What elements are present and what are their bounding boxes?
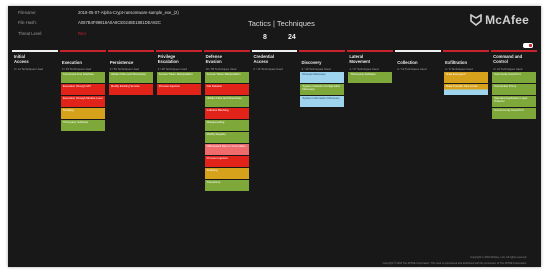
technique-cell[interactable]: Standard Application Layer Protocol xyxy=(492,96,536,107)
tactic-column: Persistence 2 / 56 Techniques Used Hidden … xyxy=(107,50,154,200)
technique-cell[interactable]: Process Injection xyxy=(204,156,249,167)
tactic-title: Defense Evasion xyxy=(205,54,222,64)
technique-cell[interactable]: Commonly Used Port xyxy=(492,72,536,83)
technique-cell[interactable]: Third-party Software xyxy=(348,72,393,83)
tactic-subtitle: 0 / 11 Techniques Used xyxy=(14,67,43,71)
technique-cell[interactable]: Execution through Module Load xyxy=(60,96,105,107)
filehash-label: File Hash: xyxy=(18,20,37,25)
tactic-column-bar xyxy=(59,50,106,52)
tactic-title: Discovery xyxy=(301,60,322,65)
technique-cell[interactable]: Access Token Manipulation xyxy=(204,72,249,83)
tactic-column-bar xyxy=(491,50,537,52)
tactic-title: Initial Access xyxy=(14,54,29,64)
technique-cell[interactable]: Data Encrypted xyxy=(444,72,489,83)
tactic-column: Execution 3 / 33 Techniques Used Command-L… xyxy=(59,50,106,200)
tactic-column-bar xyxy=(203,50,250,52)
mitre-copyright-line: Copyright © 2018 The MITRE Corporation. … xyxy=(382,262,527,265)
shield-logo-icon xyxy=(470,14,482,26)
tactic-column-bar xyxy=(347,50,394,52)
techniques-count: 24 xyxy=(288,34,296,41)
tactic-column: Initial Access 0 / 11 Techniques Used xyxy=(12,50,58,200)
tactic-column-bar xyxy=(12,50,58,52)
filehash-value: A087B4F89816A0A8CE0248E1881DEA82C xyxy=(78,20,161,25)
technique-cell[interactable]: Modify Registry xyxy=(204,132,249,143)
tactic-subtitle: 1 / 17 Techniques Used xyxy=(349,67,379,71)
tactic-column-bar xyxy=(107,50,154,52)
technique-cell[interactable]: Hidden Files and Directories xyxy=(204,96,249,107)
technique-cell[interactable]: Hidden Files and Directories xyxy=(108,72,153,83)
technique-cell[interactable]: Process Injection xyxy=(156,84,201,95)
technique-cell[interactable]: Obfuscated Files or Information xyxy=(204,144,249,155)
technique-cell[interactable]: Process Discovery xyxy=(300,72,345,83)
tactic-column: Exfiltration 2 / 9 Techniques Used Data En… xyxy=(443,50,490,200)
tactic-column: Lateral Movement 1 / 17 Techniques Used Thi… xyxy=(347,50,394,200)
logo-text: McAfee xyxy=(485,13,529,27)
tactic-column-bar xyxy=(155,50,202,52)
technique-cell[interactable]: System Network Configuration Discovery xyxy=(300,84,345,95)
technique-cell[interactable]: Uncommonly Used Port xyxy=(492,108,536,119)
tactic-column: Collection 0 / 13 Techniques Used xyxy=(395,50,442,200)
tactic-subtitle: 3 / 33 Techniques Used xyxy=(61,67,92,71)
threat-level-label: Threat Level: xyxy=(18,31,43,36)
tactic-title: Credential Access xyxy=(253,54,275,64)
attack-matrix-panel: Filename: 2018-05-07-Alpha-Crypt-ransomw… xyxy=(8,6,541,267)
technique-cell[interactable]: Data Transfer Size Limits xyxy=(444,84,489,95)
tactic-subtitle: 0 / 16 Techniques Used xyxy=(253,67,283,71)
technique-cell[interactable]: Modify Existing Service xyxy=(108,84,153,95)
tactic-column: Command and Control 4 / 21 Techniques Used… xyxy=(491,50,537,200)
technique-cell[interactable]: Indicator Blocking xyxy=(204,108,249,119)
tactic-column-bar xyxy=(251,50,298,52)
tactic-title: Lateral Movement xyxy=(349,54,371,64)
tactic-title: Execution xyxy=(61,60,82,65)
tactic-subtitle: 4 / 21 Techniques Used xyxy=(493,67,523,71)
tactic-subtitle: 2 / 56 Techniques Used xyxy=(109,67,139,71)
tactic-column: Credential Access 0 / 16 Techniques Used xyxy=(251,50,298,200)
technique-cell[interactable]: Command-Line Interface xyxy=(60,72,105,83)
technique-cell[interactable]: File Deletion xyxy=(204,84,249,95)
tactic-column-bar xyxy=(443,50,490,52)
tactic-title: Privilege Escalation xyxy=(157,54,179,64)
technique-cell[interactable]: Timestomp xyxy=(204,180,249,191)
tactics-count: 8 xyxy=(263,34,267,41)
technique-cell[interactable]: Scripting xyxy=(204,168,249,179)
tactic-title: Persistence xyxy=(109,60,134,65)
mcafee-logo: McAfee xyxy=(470,13,529,27)
tactic-title: Exfiltration xyxy=(445,60,468,65)
technique-cell[interactable]: System Information Discovery xyxy=(300,96,345,107)
filename-label: Filename: xyxy=(18,10,37,15)
page-title: Tactics | Techniques xyxy=(248,19,315,28)
tactic-column: Defense Evasion 10 / 56 Techniques Used Acc… xyxy=(203,50,250,200)
technique-cell[interactable]: Execution through API xyxy=(60,84,105,95)
technique-cell[interactable]: Scripting xyxy=(60,108,105,119)
tactic-subtitle: 3 / 19 Techniques Used xyxy=(301,67,331,71)
technique-cell[interactable]: Third-party Software xyxy=(60,120,105,131)
tactics-columns: Initial Access 0 / 11 Techniques Used Execu… xyxy=(8,50,541,267)
technique-cell[interactable]: Access Token Manipulation xyxy=(156,72,201,83)
view-toggle[interactable] xyxy=(523,43,533,48)
tactic-title: Collection xyxy=(397,60,418,65)
tactic-column: Discovery 3 / 19 Techniques Used Process D… xyxy=(299,50,346,200)
copyright-line: Copyright © 2018 McAfee, LLC. All rights… xyxy=(470,256,527,259)
tactic-subtitle: 2 / 9 Techniques Used xyxy=(445,67,473,71)
threat-level-value: Red xyxy=(78,31,86,36)
tactic-subtitle: 2 / 28 Techniques Used xyxy=(157,67,187,71)
filename-value: 2018-05-07-Alpha-Crypt-ransomware-sample… xyxy=(78,10,179,15)
technique-cell[interactable]: Connection Proxy xyxy=(492,84,536,95)
tactic-column-bar xyxy=(299,50,346,52)
tactic-column-bar xyxy=(395,50,442,52)
tactic-title: Command and Control xyxy=(493,54,523,64)
tactic-subtitle: 10 / 56 Techniques Used xyxy=(205,67,237,71)
tactic-column: Privilege Escalation 2 / 28 Techniques Use… xyxy=(155,50,202,200)
technique-cell[interactable]: Masquerading xyxy=(204,120,249,131)
tactic-subtitle: 0 / 13 Techniques Used xyxy=(397,67,427,71)
